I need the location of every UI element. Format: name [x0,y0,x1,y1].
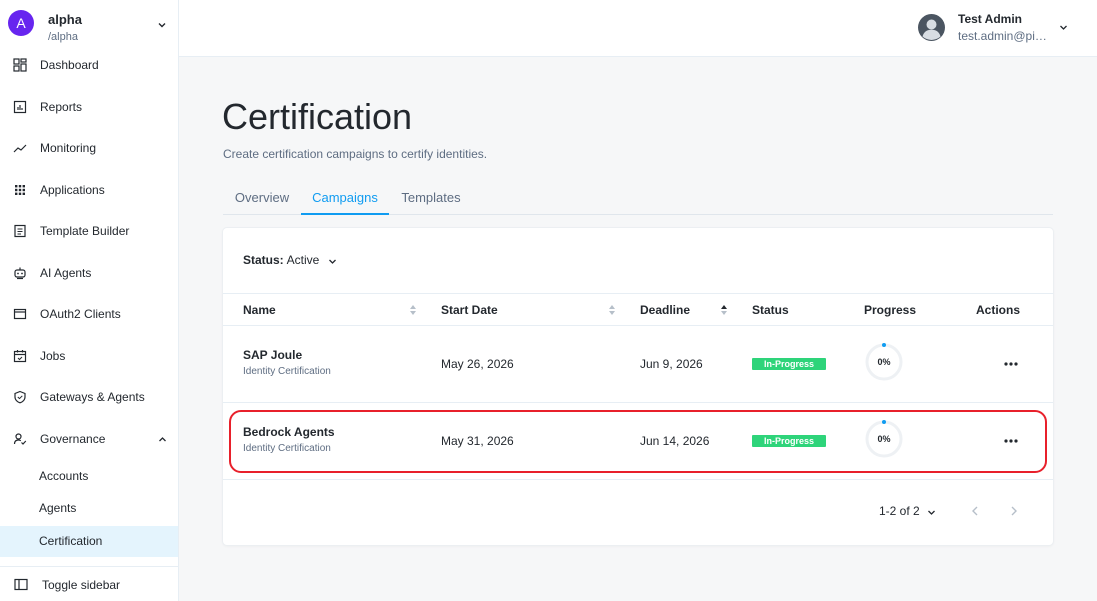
start-date: May 31, 2026 [441,434,514,448]
sidebar-subitem-agents[interactable]: Agents [0,493,178,524]
table-row[interactable]: Bedrock Agents Identity Certification Ma… [223,403,1053,480]
chevron-down-icon[interactable] [328,257,337,266]
sidebar-item-monitoring[interactable]: Monitoring [0,132,178,164]
dashboard-icon [13,58,27,72]
template-icon [14,224,26,238]
sidebar-item-reports[interactable]: Reports [0,91,178,123]
page-title: Certification [222,96,413,137]
tab-templates[interactable]: Templates [389,182,473,215]
deadline: Jun 14, 2026 [640,434,710,448]
sidebar-item-oauth2-clients[interactable]: OAuth2 Clients [0,298,178,330]
sidebar-item-label: AI Agents [40,266,92,280]
chevron-right-icon[interactable] [1009,505,1019,517]
robot-icon [14,267,26,280]
pagination-range[interactable]: 1-2 of 2 [879,504,920,518]
table-row[interactable]: SAP Joule Identity Certification May 26,… [223,326,1053,403]
campaign-type: Identity Certification [243,443,331,454]
top-bar: Test Admin test.admin@pi… [179,0,1097,57]
reports-icon [13,100,27,114]
user-name[interactable]: Test Admin [958,12,1022,26]
sidebar-item-governance[interactable]: Governance [0,423,178,455]
chevron-down-icon [158,23,166,28]
sidebar-item-gateways-agents[interactable]: Gateways & Agents [0,381,178,413]
chevron-left-icon[interactable] [970,505,980,517]
column-header-name[interactable]: Name [243,303,276,317]
sidebar-item-label: Dashboard [40,58,99,72]
shield-icon [14,390,26,404]
sidebar-item-template-builder[interactable]: Template Builder [0,215,178,247]
chevron-down-icon[interactable] [927,508,936,517]
column-header-progress: Progress [864,303,917,317]
sidebar-item-dashboard[interactable]: Dashboard [0,49,178,81]
sidebar-item-label: Governance [40,432,106,446]
sidebar-subitem-certification[interactable]: Certification [0,526,178,557]
status-filter-value: Active [286,253,320,267]
sidebar-item-label: Reports [40,100,83,114]
status-filter[interactable]: Status: Active [243,253,319,267]
toggle-sidebar-button[interactable]: Toggle sidebar [0,566,178,601]
campaign-name[interactable]: Bedrock Agents [243,425,335,439]
applications-icon [15,185,25,195]
window-icon [13,308,27,320]
sidebar-item-label: OAuth2 Clients [40,307,121,321]
sidebar-subitem-label: Agents [39,501,77,515]
realm-switcher[interactable]: A alpha /alpha [0,0,179,52]
sidebar-item-label: Template Builder [40,224,130,238]
sidebar-subitem-label: Accounts [39,469,89,483]
status-filter-label: Status: [243,253,284,267]
sort-ascending-icon[interactable] [720,304,728,316]
sidebar-item-label: Jobs [40,349,66,363]
sidebar: A alpha /alpha Dashboard Reports Monitor… [0,0,179,601]
monitoring-icon [13,144,27,153]
avatar[interactable] [918,14,945,41]
column-header-status: Status [752,303,789,317]
sidebar-item-applications[interactable]: Applications [0,174,178,206]
status-badge: In-Progress [752,435,826,447]
sidebar-subitem-label: Certification [39,534,103,548]
sidebar-item-label: Gateways & Agents [40,390,145,404]
tab-bar: Overview Campaigns Templates [223,182,1053,215]
more-horizontal-icon[interactable] [1004,439,1018,443]
column-header-actions: Actions [976,303,1021,317]
chevron-down-icon[interactable] [1058,22,1069,33]
table-header: Name Start Date Deadline Status Progress… [223,293,1053,326]
sort-icon[interactable] [409,304,417,316]
sort-icon[interactable] [608,304,616,316]
sidebar-item-ai-agents[interactable]: AI Agents [0,257,178,289]
toggle-sidebar-label: Toggle sidebar [42,578,121,592]
status-badge: In-Progress [752,358,826,370]
sidebar-item-jobs[interactable]: Jobs [0,340,178,372]
sidebar-item-label: Monitoring [40,141,97,155]
progress-value: 0% [877,434,891,444]
campaign-type: Identity Certification [243,366,331,377]
campaign-name[interactable]: SAP Joule [243,348,302,362]
sidebar-subitem-accounts[interactable]: Accounts [0,461,178,492]
tab-overview[interactable]: Overview [223,182,301,215]
tab-campaigns[interactable]: Campaigns [301,182,389,215]
chevron-up-icon [159,437,166,442]
progress-value: 0% [877,357,891,367]
governance-icon [13,433,27,445]
page-subtitle: Create certification campaigns to certif… [223,147,488,161]
deadline: Jun 9, 2026 [640,357,703,371]
calendar-icon [13,350,27,363]
column-header-start-date[interactable]: Start Date [441,303,498,317]
realm-name: alpha [48,12,82,27]
realm-path: /alpha [48,31,78,43]
sidebar-toggle-icon [14,578,28,591]
column-header-deadline[interactable]: Deadline [640,303,690,317]
campaigns-card: Status: Active Name Start Date Deadline S… [223,228,1053,545]
more-horizontal-icon[interactable] [1004,362,1018,366]
realm-avatar: A [8,10,34,36]
sidebar-item-label: Applications [40,183,105,197]
start-date: May 26, 2026 [441,357,514,371]
user-email[interactable]: test.admin@pi… [958,29,1053,43]
